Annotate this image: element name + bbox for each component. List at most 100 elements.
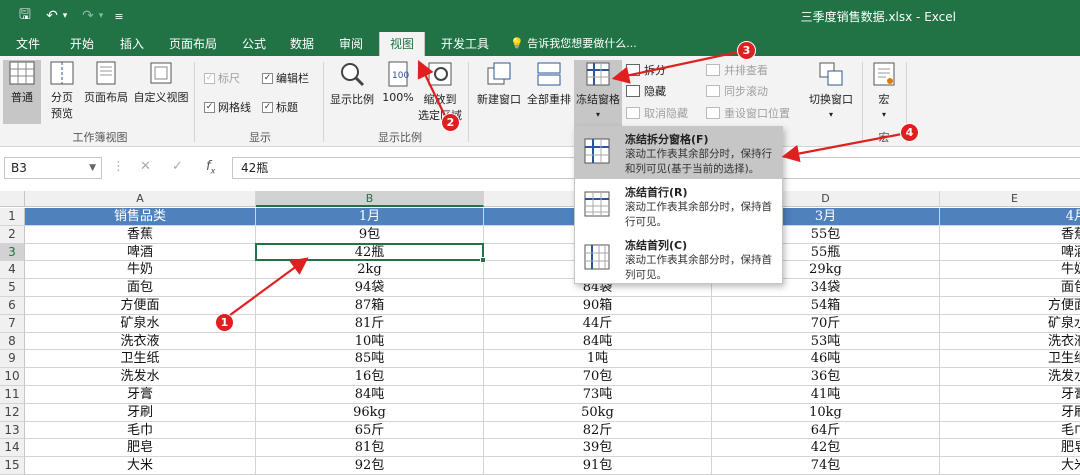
tab-file[interactable]: 文件: [8, 32, 48, 56]
cell-c6[interactable]: 90箱: [484, 297, 712, 315]
cell-b13[interactable]: 65斤: [256, 421, 484, 440]
cell-e12[interactable]: 牙刷: [940, 404, 1080, 422]
cell-e3[interactable]: 啤酒: [940, 244, 1080, 262]
tab-home[interactable]: 开始: [62, 32, 102, 56]
zoom-button[interactable]: 显示比例: [328, 60, 376, 107]
row-header-1[interactable]: 1: [0, 208, 25, 226]
new-window-button[interactable]: 新建窗口: [474, 60, 524, 107]
unhide-button[interactable]: 取消隐藏: [626, 105, 688, 121]
undo-icon[interactable]: ↶: [44, 7, 60, 25]
cell-c7[interactable]: 44斤: [484, 314, 712, 333]
cell-b15[interactable]: 92包: [256, 457, 484, 475]
cell-a9[interactable]: 卫生纸: [25, 350, 256, 369]
cell-e7[interactable]: 矿泉水: [940, 315, 1080, 333]
sync-scrolling-button[interactable]: 同步滚动: [706, 83, 768, 99]
cell-e10[interactable]: 洗发水: [940, 368, 1080, 386]
normal-view-button[interactable]: 普通: [3, 60, 41, 124]
cell-c9[interactable]: 1吨: [484, 350, 712, 369]
cell-d14[interactable]: 42包: [712, 439, 940, 458]
cell-a11[interactable]: 牙膏: [25, 386, 256, 404]
redo-dropdown-icon[interactable]: ▾: [96, 7, 106, 25]
reset-window-position-button[interactable]: 重设窗口位置: [706, 105, 790, 121]
cell-b3[interactable]: 42瓶: [256, 243, 484, 262]
chevron-down-icon[interactable]: ▼: [89, 158, 96, 178]
cell-e5[interactable]: 面包: [940, 279, 1080, 297]
cell-b6[interactable]: 87箱: [256, 297, 484, 315]
zoom-100-button[interactable]: 100 100%: [380, 60, 416, 104]
cell-a3[interactable]: 啤酒: [25, 243, 256, 262]
cell-d6[interactable]: 54箱: [712, 297, 940, 315]
freeze-panes-button[interactable]: 冻结窗格 ▾: [574, 60, 622, 126]
row-header-9[interactable]: 9: [0, 350, 25, 369]
cell-a14[interactable]: 肥皂: [25, 439, 256, 458]
headings-checkbox[interactable]: ✓ 标题: [262, 99, 298, 115]
cell-b2[interactable]: 9包: [256, 225, 484, 244]
cell-c13[interactable]: 82斤: [484, 421, 712, 440]
cell-c10[interactable]: 70包: [484, 368, 712, 386]
worksheet-grid[interactable]: ABCDE1销售品类1月3月4月2香蕉9包55包香蕉3啤酒42瓶55瓶啤酒4牛奶…: [0, 191, 1080, 475]
name-box[interactable]: B3 ▼: [4, 157, 102, 179]
cell-b12[interactable]: 96kg: [256, 403, 484, 422]
cell-e2[interactable]: 香蕉: [940, 226, 1080, 244]
cell-b7[interactable]: 81斤: [256, 314, 484, 333]
tell-me-box[interactable]: 💡 告诉我您想要做什么...: [510, 32, 637, 56]
tab-view[interactable]: 视图: [379, 32, 425, 56]
tab-page-layout[interactable]: 页面布局: [160, 32, 226, 56]
cell-c15[interactable]: 91包: [484, 457, 712, 475]
cell-d12[interactable]: 10kg: [712, 403, 940, 422]
row-header-7[interactable]: 7: [0, 314, 25, 333]
page-layout-view-button[interactable]: 页面布局: [82, 60, 130, 105]
gridlines-checkbox[interactable]: ✓ 网格线: [204, 99, 251, 115]
cell-d11[interactable]: 41吨: [712, 386, 940, 404]
cell-b11[interactable]: 84吨: [256, 386, 484, 404]
macros-button[interactable]: 宏 ▾: [866, 60, 902, 120]
tab-developer[interactable]: 开发工具: [432, 32, 498, 56]
column-header-b[interactable]: B: [256, 191, 484, 207]
tab-formulas[interactable]: 公式: [234, 32, 274, 56]
tab-data[interactable]: 数据: [282, 32, 322, 56]
row-header-4[interactable]: 4: [0, 261, 25, 280]
row-header-2[interactable]: 2: [0, 225, 25, 244]
cancel-icon[interactable]: ✕: [140, 159, 151, 174]
column-header-a[interactable]: A: [25, 191, 256, 207]
row-header-5[interactable]: 5: [0, 279, 25, 297]
row-header-12[interactable]: 12: [0, 403, 25, 422]
row-header-11[interactable]: 11: [0, 386, 25, 404]
cell-a6[interactable]: 方便面: [25, 297, 256, 315]
cell-a8[interactable]: 洗衣液: [25, 332, 256, 351]
select-all-corner[interactable]: [0, 191, 25, 207]
row-header-3[interactable]: 3: [0, 243, 25, 262]
page-break-preview-button[interactable]: 分页 预览: [44, 60, 80, 121]
cell-d9[interactable]: 46吨: [712, 350, 940, 369]
undo-dropdown-icon[interactable]: ▾: [60, 7, 70, 25]
switch-windows-button[interactable]: 切换窗口 ▾: [804, 60, 858, 120]
cell-c8[interactable]: 84吨: [484, 332, 712, 351]
row-header-8[interactable]: 8: [0, 332, 25, 351]
redo-icon[interactable]: ↷: [80, 7, 96, 25]
split-button[interactable]: 拆分: [626, 62, 666, 78]
view-side-by-side-button[interactable]: 并排查看: [706, 62, 768, 78]
cell-e14[interactable]: 肥皂: [940, 439, 1080, 458]
cell-c12[interactable]: 50kg: [484, 403, 712, 422]
cell-a15[interactable]: 大米: [25, 457, 256, 475]
cell-d8[interactable]: 53吨: [712, 332, 940, 351]
cell-a5[interactable]: 面包: [25, 279, 256, 297]
cell-b14[interactable]: 81包: [256, 439, 484, 458]
cell-b10[interactable]: 16包: [256, 368, 484, 386]
custom-views-button[interactable]: 自定义视图: [132, 60, 190, 105]
cell-c14[interactable]: 39包: [484, 439, 712, 458]
cell-d7[interactable]: 70斤: [712, 314, 940, 333]
tab-insert[interactable]: 插入: [112, 32, 152, 56]
save-icon[interactable]: 🖫: [16, 7, 34, 25]
cell-b4[interactable]: 2kg: [256, 261, 484, 280]
cell-a4[interactable]: 牛奶: [25, 261, 256, 280]
freeze-first-column-menu-item[interactable]: 冻结首列(C) 滚动工作表其余部分时，保持首列可见。: [575, 233, 782, 285]
insert-function-icon[interactable]: fx: [206, 159, 215, 176]
cell-e4[interactable]: 牛奶: [940, 261, 1080, 280]
cell-e9[interactable]: 卫生纸: [940, 350, 1080, 369]
row-header-15[interactable]: 15: [0, 457, 25, 475]
cell-d15[interactable]: 74包: [712, 457, 940, 475]
customize-qat-icon[interactable]: ≡: [112, 7, 126, 25]
cell-a1[interactable]: 销售品类: [25, 208, 256, 226]
freeze-panes-menu-item[interactable]: 冻结拆分窗格(F) 滚动工作表其余部分时，保持行和列可见(基于当前的选择)。: [575, 127, 782, 179]
